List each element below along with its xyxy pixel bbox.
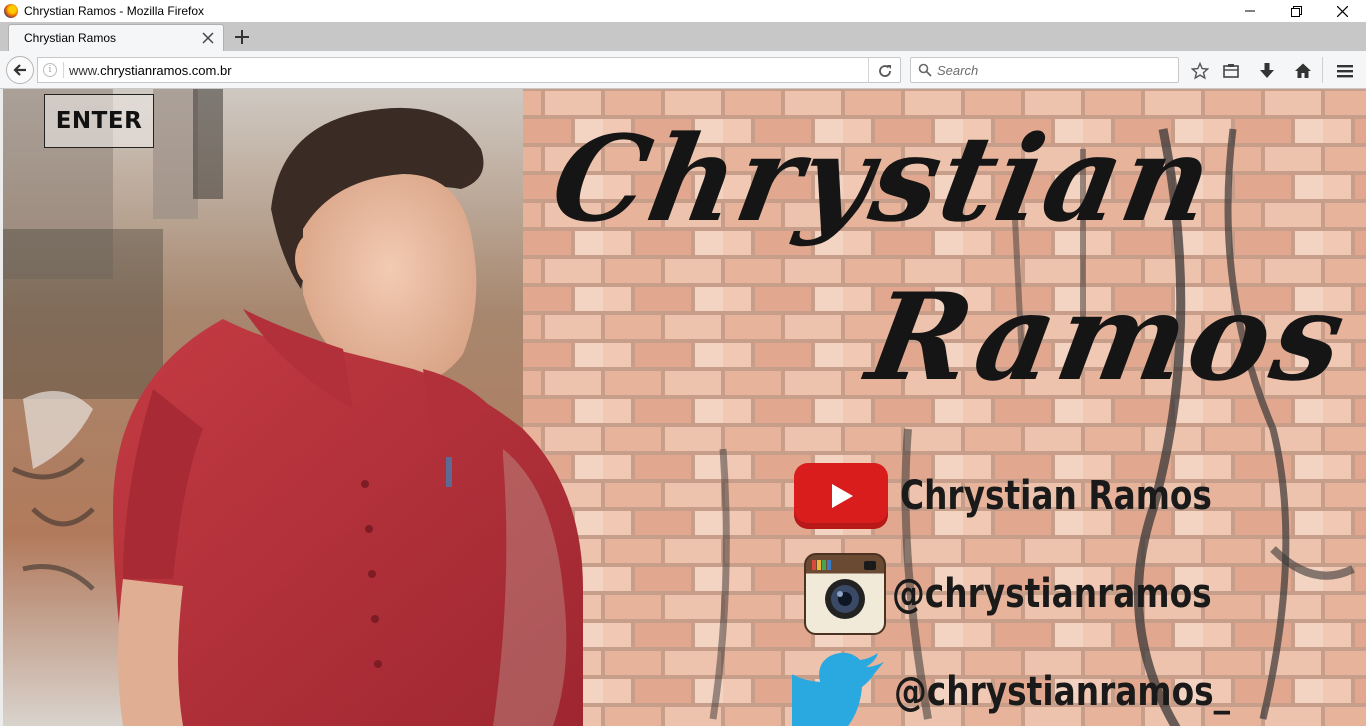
- reload-divider: [868, 58, 869, 82]
- navigation-toolbar: i www.chrystianramos.com.br: [0, 51, 1366, 89]
- brand-name-last: Ramos: [858, 267, 1359, 408]
- close-window-button[interactable]: [1319, 0, 1365, 22]
- urlbar-divider: [63, 62, 64, 78]
- url-text[interactable]: www.chrystianramos.com.br: [69, 63, 232, 78]
- play-icon: [832, 484, 853, 508]
- url-host: chrystianramos.com.br: [100, 63, 232, 78]
- reload-icon[interactable]: [877, 63, 893, 79]
- hamburger-menu-icon[interactable]: [1336, 62, 1354, 80]
- close-icon: [1336, 5, 1348, 17]
- bookmarks-library-icon[interactable]: [1222, 62, 1240, 80]
- search-bar[interactable]: [910, 57, 1179, 83]
- tab-label: Chrystian Ramos: [24, 31, 117, 45]
- minimize-button[interactable]: [1227, 0, 1273, 22]
- tab-strip: Chrystian Ramos: [0, 22, 1366, 51]
- twitter-bird-icon: [792, 652, 884, 726]
- toolbar-divider: [1322, 57, 1323, 83]
- window-titlebar: Chrystian Ramos - Mozilla Firefox: [0, 0, 1366, 22]
- tab-chrystian-ramos[interactable]: Chrystian Ramos: [8, 24, 224, 51]
- new-tab-plus-icon[interactable]: [233, 28, 251, 46]
- site-info-icon[interactable]: i: [43, 63, 57, 77]
- instagram-link[interactable]: @chrystianramos: [804, 553, 1282, 635]
- twitter-handle-label: @chrystianramos_: [894, 669, 1231, 715]
- youtube-link[interactable]: Chrystian Ramos: [794, 463, 1280, 529]
- search-input[interactable]: [937, 61, 1167, 79]
- youtube-channel-label: Chrystian Ramos: [900, 473, 1212, 519]
- address-bar[interactable]: i www.chrystianramos.com.br: [37, 57, 901, 83]
- tab-close-icon[interactable]: [201, 31, 215, 45]
- twitter-link[interactable]: @chrystianramos_: [792, 652, 1304, 726]
- back-button[interactable]: [6, 56, 34, 84]
- web-page-content: ENTER Chrystian Ramos Chrystian Ramos @c…: [0, 89, 1366, 726]
- firefox-logo-icon: [4, 4, 18, 18]
- restore-button[interactable]: [1273, 0, 1319, 22]
- instagram-handle-label: @chrystianramos: [892, 571, 1212, 617]
- bookmark-star-icon[interactable]: [1191, 62, 1209, 80]
- minimize-icon: [1245, 10, 1255, 12]
- camera-lens-icon: [812, 560, 876, 619]
- search-icon: [918, 63, 932, 77]
- youtube-logo-icon: [794, 463, 888, 529]
- instagram-camera-icon: [804, 553, 886, 635]
- home-icon[interactable]: [1294, 62, 1312, 80]
- download-arrow-icon[interactable]: [1258, 62, 1276, 80]
- back-arrow-icon: [13, 64, 26, 76]
- brand-name-first: Chrystian: [542, 109, 1224, 248]
- enter-button[interactable]: ENTER: [44, 94, 154, 148]
- url-prefix: www.: [69, 63, 101, 78]
- restore-icon: [1290, 5, 1302, 17]
- window-title: Chrystian Ramos - Mozilla Firefox: [24, 4, 205, 18]
